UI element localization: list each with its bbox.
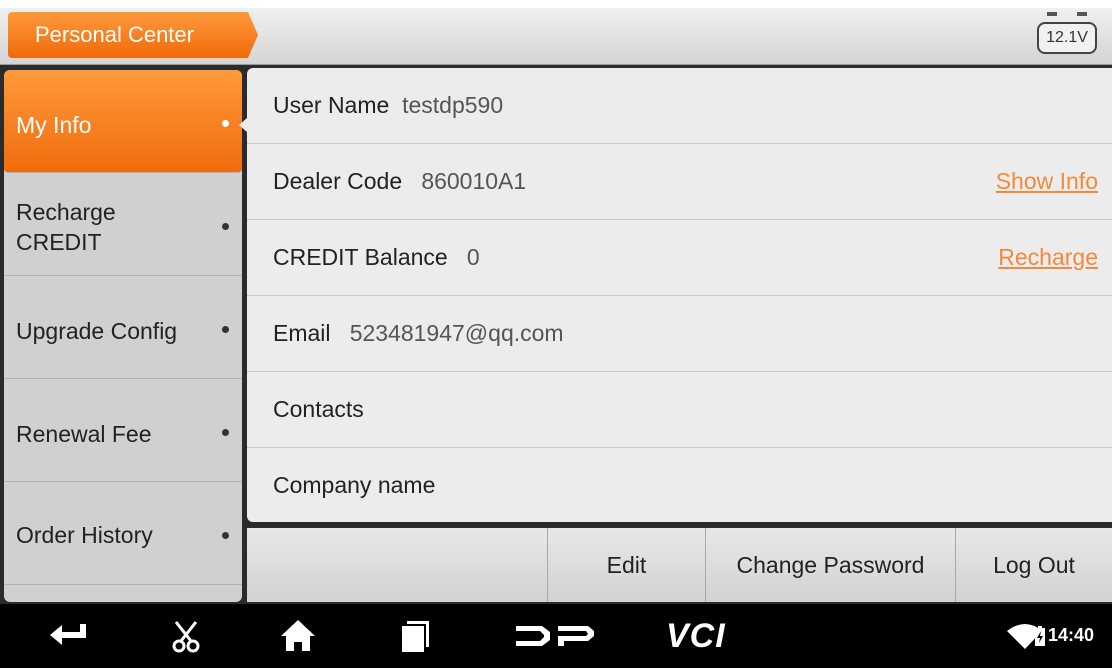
home-icon[interactable] (276, 604, 320, 668)
contacts-label: Contacts (273, 396, 364, 422)
vci-logo[interactable]: VCI (666, 604, 736, 668)
user-name-value: testdp590 (402, 92, 504, 118)
edit-button[interactable]: Edit (547, 528, 705, 602)
dealer-code-label: Dealer Code (273, 168, 403, 194)
sidebar-item-upgrade-config[interactable]: Upgrade Config (4, 276, 242, 379)
change-password-button[interactable]: Change Password (705, 528, 955, 602)
credit-balance-label: CREDIT Balance (273, 244, 448, 270)
info-panel: User Name testdp590 Dealer Code 860010A1… (247, 68, 1112, 522)
active-pointer (239, 118, 247, 132)
user-name-label: User Name (273, 92, 390, 118)
contacts-row: Contacts (247, 372, 1112, 448)
back-icon[interactable] (44, 604, 94, 668)
scissors-icon[interactable] (166, 604, 206, 668)
sidebar-item-renewal-fee[interactable]: Renewal Fee (4, 379, 242, 482)
email-label: Email (273, 320, 331, 346)
title-tab: Personal Center (8, 12, 258, 58)
dot-icon (222, 223, 229, 230)
battery-voltage-indicator: 12.1V (1037, 22, 1097, 54)
show-info-link[interactable]: Show Info (996, 168, 1098, 195)
clock-time: 14:40 (1048, 625, 1095, 645)
page-title: Personal Center (35, 22, 194, 47)
sidebar-item-order-history[interactable]: Order History (4, 482, 242, 585)
dot-icon (222, 429, 229, 436)
sidebar-item-recharge-credit[interactable]: Recharge CREDIT (4, 173, 242, 276)
email-value: 523481947@qq.com (349, 320, 564, 346)
sidebar-item-label: Renewal Fee (16, 421, 152, 447)
battery-terminal-right (1077, 12, 1087, 16)
credit-balance-row: CREDIT Balance 0 Recharge (247, 220, 1112, 296)
dot-icon (222, 532, 229, 539)
sidebar-item-my-info[interactable]: My Info (4, 70, 242, 173)
credit-balance-value: 0 (466, 244, 480, 270)
dealer-code-value: 860010A1 (421, 168, 527, 194)
action-bar: Edit Change Password Log Out (247, 528, 1112, 602)
company-name-label: Company name (273, 472, 436, 498)
system-nav-bar: VCI 14:40 (0, 604, 1112, 668)
sidebar: My Info Recharge CREDIT Upgrade Config R… (4, 70, 242, 602)
email-row: Email 523481947@qq.com (247, 296, 1112, 372)
top-bar: Personal Center 12.1V (0, 0, 1112, 65)
dot-icon (222, 326, 229, 333)
company-name-row: Company name (247, 448, 1112, 522)
dealer-code-row: Dealer Code 860010A1 Show Info (247, 144, 1112, 220)
battery-icon (1035, 626, 1045, 646)
recents-icon[interactable] (398, 604, 432, 668)
sidebar-item-label: Upgrade Config (16, 318, 178, 344)
sidebar-item-label: My Info (16, 112, 92, 138)
dp-logo[interactable] (512, 604, 598, 668)
sidebar-item-label: Order History (16, 522, 153, 548)
recharge-link[interactable]: Recharge (998, 244, 1098, 271)
user-name-row: User Name testdp590 (247, 68, 1112, 144)
log-out-button[interactable]: Log Out (955, 528, 1112, 602)
sidebar-item-label: Recharge CREDIT (16, 199, 116, 255)
dot-icon (222, 120, 229, 127)
battery-terminal-left (1047, 12, 1057, 16)
top-strip (0, 0, 1112, 8)
